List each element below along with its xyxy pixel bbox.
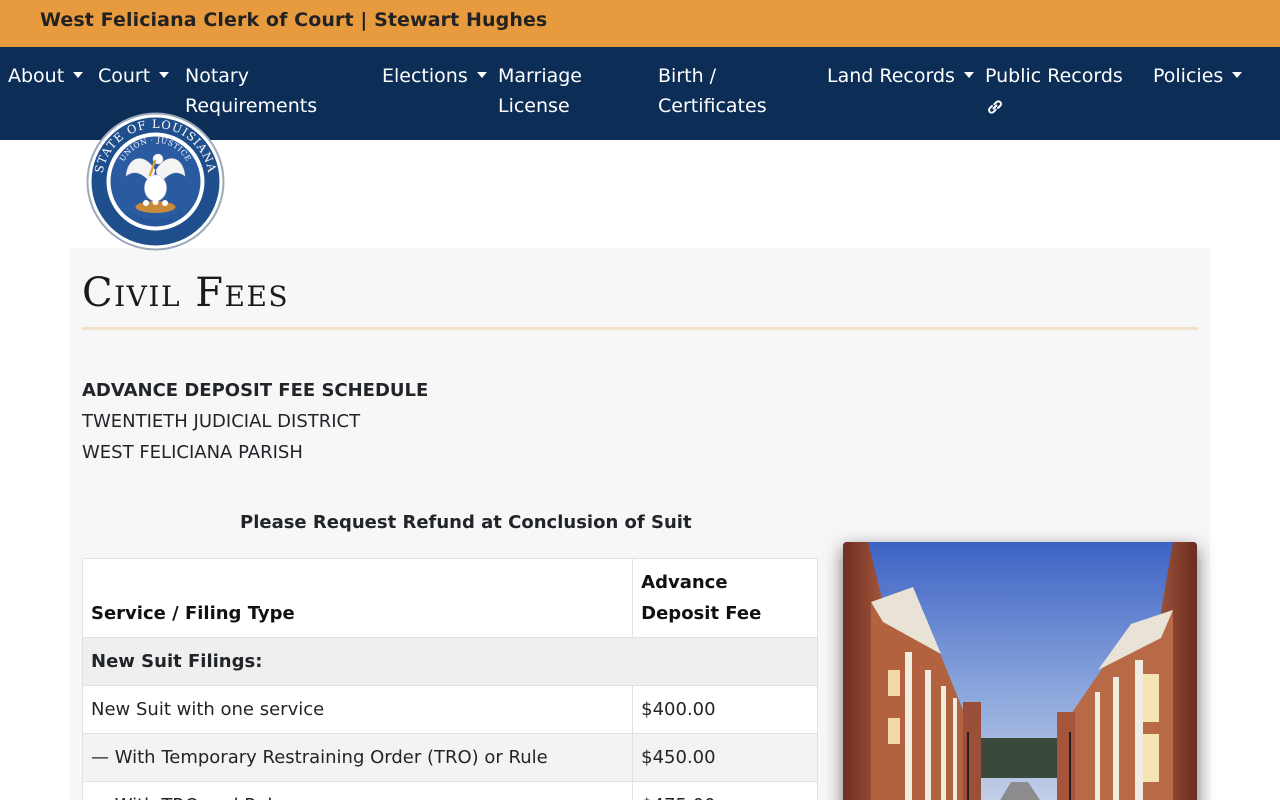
nav-public-records[interactable]: Public Records	[985, 61, 1123, 121]
nav-notary-label-line1: Notary	[185, 65, 249, 87]
nav-birth-label-line2: Certificates	[658, 95, 767, 117]
top-banner: West Feliciana Clerk of Court | Stewart …	[0, 0, 1280, 47]
nav-public-records-label: Public Records	[985, 65, 1123, 87]
fee-table: Service / Filing Type Advance Deposit Fe…	[81, 558, 818, 800]
fee-cell: $400.00	[632, 685, 818, 734]
table-row: New Suit with one service $400.00	[81, 685, 818, 734]
louisiana-seal-logo[interactable]: STATE OF LOUISIANA UNION · JUSTICE CONFI…	[86, 112, 225, 251]
fee-cell: $450.00	[632, 733, 818, 782]
page-title: Civil Fees	[82, 270, 290, 316]
section-label: New Suit Filings:	[82, 637, 818, 686]
service-cell: New Suit with one service	[81, 685, 634, 734]
nav-elections[interactable]: Elections	[382, 61, 487, 91]
table-row: — With Temporary Restraining Order (TRO)…	[81, 733, 818, 782]
nav-marriage-label-line2: License	[498, 95, 570, 117]
chevron-down-icon	[73, 71, 84, 78]
chevron-down-icon	[963, 71, 974, 78]
nav-court-label: Court	[98, 65, 151, 87]
courthouse-photo	[843, 542, 1197, 800]
refund-note: Please Request Refund at Conclusion of S…	[240, 512, 692, 533]
fee-cell: $475.00	[632, 781, 818, 800]
chevron-down-icon	[159, 71, 170, 78]
column-header-fee: Advance Deposit Fee	[632, 558, 818, 638]
nav-policies[interactable]: Policies	[1153, 61, 1243, 91]
service-cell: — With Temporary Restraining Order (TRO)…	[81, 733, 634, 782]
site-title[interactable]: West Feliciana Clerk of Court | Stewart …	[40, 9, 547, 31]
column-header-service: Service / Filing Type	[81, 558, 634, 638]
parish-name: WEST FELICIANA PARISH	[82, 442, 303, 463]
nav-policies-label: Policies	[1153, 65, 1224, 87]
nav-elections-label: Elections	[382, 65, 468, 87]
nav-birth-certificates[interactable]: Birth / Certificates	[658, 61, 767, 121]
chevron-down-icon	[1232, 71, 1243, 78]
link-icon	[985, 91, 1123, 121]
nav-marriage-label-line1: Marriage	[498, 65, 582, 87]
nav-marriage-license[interactable]: Marriage License	[498, 61, 582, 121]
nav-court[interactable]: Court	[98, 61, 170, 91]
table-row: — With TRO and Rule $475.00	[81, 781, 818, 800]
nav-land-records-label: Land Records	[827, 65, 955, 87]
table-section-row: New Suit Filings:	[82, 637, 818, 686]
table-header-row: Service / Filing Type Advance Deposit Fe…	[81, 558, 818, 638]
chevron-down-icon	[476, 71, 487, 78]
nav-about[interactable]: About	[8, 61, 84, 91]
nav-birth-label-line1: Birth /	[658, 65, 717, 87]
nav-land-records[interactable]: Land Records	[827, 61, 974, 91]
district-name: TWENTIETH JUDICIAL DISTRICT	[82, 411, 361, 432]
schedule-title: ADVANCE DEPOSIT FEE SCHEDULE	[82, 380, 429, 401]
title-divider	[82, 327, 1198, 330]
nav-about-label: About	[8, 65, 65, 87]
service-cell: — With TRO and Rule	[81, 781, 634, 800]
